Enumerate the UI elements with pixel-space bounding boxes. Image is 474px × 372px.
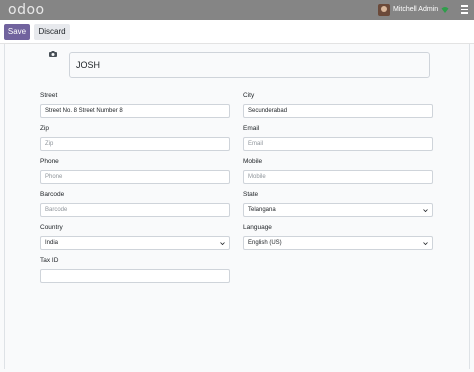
- country-label: Country: [40, 224, 63, 231]
- discard-button[interactable]: Discard: [34, 24, 70, 40]
- street-field[interactable]: Street No. 8 Street Number 8: [40, 104, 230, 118]
- phone-label: Phone: [40, 158, 59, 165]
- menu-icon[interactable]: [461, 5, 468, 14]
- chevron-down-icon: [423, 209, 428, 213]
- zip-field[interactable]: Zip: [40, 137, 230, 151]
- street-label: Street: [40, 92, 58, 99]
- save-button[interactable]: Save: [4, 24, 30, 40]
- chevron-down-icon: [220, 242, 225, 246]
- name-field[interactable]: JOSH: [69, 52, 430, 78]
- camera-icon[interactable]: [49, 51, 57, 57]
- top-navbar: odoo Mitchell Admin: [0, 0, 474, 20]
- country-select[interactable]: India: [40, 236, 230, 250]
- state-value: Telangana: [248, 207, 276, 213]
- wifi-icon[interactable]: [441, 6, 449, 14]
- mobile-label: Mobile: [243, 158, 263, 165]
- barcode-field[interactable]: Barcode: [40, 203, 230, 217]
- odoo-logo[interactable]: odoo: [8, 2, 45, 18]
- state-select[interactable]: Telangana: [243, 203, 433, 217]
- user-name[interactable]: Mitchell Admin: [393, 4, 438, 16]
- barcode-label: Barcode: [40, 191, 65, 198]
- language-value: English (US): [248, 240, 282, 246]
- mobile-field[interactable]: Mobile: [243, 170, 433, 184]
- avatar[interactable]: [378, 4, 390, 16]
- chevron-down-icon: [423, 242, 428, 246]
- name-value: JOSH: [76, 60, 101, 70]
- city-label: City: [243, 92, 255, 99]
- control-panel: Save Discard: [0, 20, 474, 44]
- country-value: India: [45, 240, 59, 246]
- language-label: Language: [243, 224, 272, 231]
- state-label: State: [243, 191, 259, 198]
- email-label: Email: [243, 125, 260, 132]
- zip-label: Zip: [40, 125, 50, 132]
- city-field[interactable]: Secunderabad: [243, 104, 433, 118]
- email-field[interactable]: Email: [243, 137, 433, 151]
- language-select[interactable]: English (US): [243, 236, 433, 250]
- phone-field[interactable]: Phone: [40, 170, 230, 184]
- taxid-field[interactable]: [40, 269, 230, 283]
- taxid-label: Tax ID: [40, 257, 59, 264]
